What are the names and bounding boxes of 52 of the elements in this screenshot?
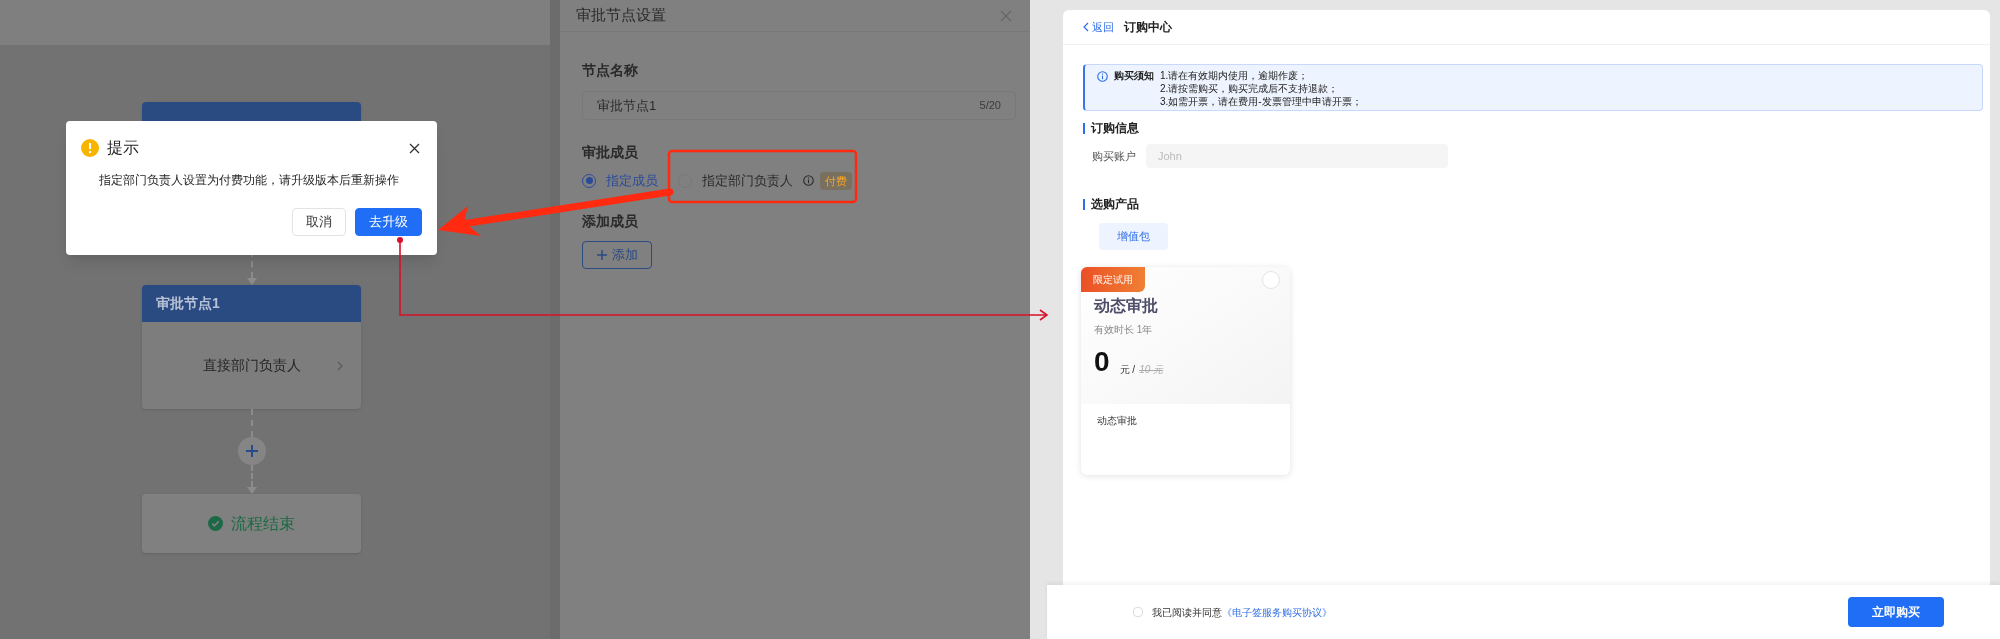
notice-line: 3.如需开票，请在费用-发票管理中申请开票；	[1160, 95, 1362, 108]
warning-icon	[81, 139, 99, 157]
add-node-button[interactable]	[237, 437, 266, 465]
plus-icon	[596, 249, 607, 260]
field-label: 节点名称	[582, 61, 638, 80]
product-duration: 有效时长 1年	[1094, 323, 1153, 337]
product-description: 动态审批	[1096, 414, 1138, 428]
option-label: 指定部门负责人	[702, 172, 793, 190]
agreement-text: 我已阅读并同意	[1152, 605, 1222, 620]
radio-option[interactable]: 指定部门负责人 付费	[678, 171, 852, 191]
original-price: 10 元	[1139, 363, 1164, 377]
product-tab[interactable]: 增值包	[1099, 223, 1168, 250]
add-button[interactable]: 添加	[582, 240, 652, 269]
close-icon[interactable]	[409, 142, 420, 154]
paid-tag: 付费	[820, 171, 852, 190]
field-label: 添加成员	[582, 211, 638, 231]
upgrade-button[interactable]: 去升级	[355, 208, 422, 236]
dialog-message: 指定部门负责人设置为付费功能，请升级版本后重新操作	[99, 172, 400, 188]
field-label: 购买账户	[1092, 148, 1136, 164]
cancel-button[interactable]: 取消	[292, 208, 346, 236]
buy-button[interactable]: 立即购买	[1848, 597, 1944, 627]
checkbox[interactable]	[1133, 607, 1143, 617]
field-value: 审批节点1	[597, 96, 657, 115]
notice-line: 2.请按需购买，购买完成后不支持退款；	[1160, 82, 1340, 95]
section-title: 选购产品	[1091, 196, 1139, 213]
node-title: 流程结束	[231, 513, 295, 534]
flow-node[interactable]: 审批节点1 直接部门负责人	[142, 285, 361, 409]
trial-badge: 限定试用	[1081, 267, 1145, 292]
product-name: 动态审批	[1094, 296, 1158, 316]
info-icon	[1097, 71, 1108, 82]
chevron-left-icon	[1083, 22, 1089, 32]
char-counter: 5/20	[979, 98, 1001, 114]
node-content: 直接部门负责人	[202, 356, 301, 375]
back-link[interactable]: 返回	[1083, 18, 1114, 36]
node-title: 审批节点1	[156, 294, 220, 313]
section-title: 订购信息	[1091, 120, 1139, 137]
price-unit: 元 /	[1119, 363, 1136, 377]
notice-title: 购买须知	[1114, 69, 1154, 82]
product-price: 0	[1094, 347, 1110, 377]
page-title: 订购中心	[1124, 19, 1172, 36]
check-circle-icon	[208, 516, 223, 531]
node-name-field[interactable]: 审批节点1 5/20	[582, 91, 1016, 120]
notice-line: 1.请在有效期内使用，逾期作废；	[1160, 69, 1310, 82]
chevron-right-icon	[337, 360, 343, 371]
field-label: 审批成员	[582, 143, 638, 162]
drawer-title: 审批节点设置	[576, 5, 666, 26]
plus-icon	[244, 444, 259, 458]
dialog-title: 提示	[107, 138, 139, 158]
option-label: 指定成员	[606, 172, 658, 190]
info-icon	[803, 175, 814, 187]
product-card[interactable]: 限定试用 动态审批 有效时长 1年 0 元 / 10 元 动态审批	[1081, 267, 1290, 475]
agreement-link[interactable]: 《电子签服务购买协议》	[1222, 604, 1332, 620]
